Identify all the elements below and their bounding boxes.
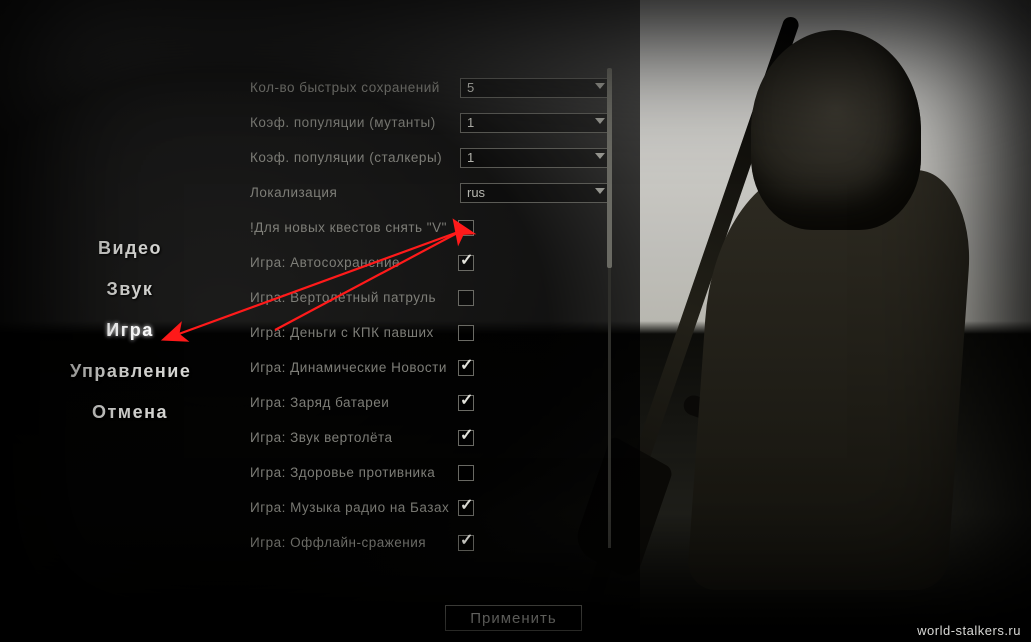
setting-row-dyn-news: Игра: Динамические Новости (250, 350, 610, 385)
dropdown-localization[interactable]: rus (460, 183, 610, 203)
dropdown-quicksaves[interactable]: 5 (460, 78, 610, 98)
checkbox-radio-music[interactable] (458, 500, 474, 516)
chevron-down-icon (595, 83, 605, 89)
setting-row-heli-sound: Игра: Звук вертолёта (250, 420, 610, 455)
dropdown-value: 5 (467, 80, 474, 95)
setting-label: Коэф. популяции (сталкеры) (250, 150, 460, 165)
tab-game[interactable]: Игра (70, 320, 190, 341)
setting-label: Игра: Заряд батареи (250, 395, 458, 410)
settings-scrollbar-track (608, 68, 611, 548)
setting-row-pop-mutants: Коэф. популяции (мутанты) 1 (250, 105, 610, 140)
tab-cancel[interactable]: Отмена (70, 402, 190, 423)
watermark: world-stalkers.ru (917, 623, 1021, 638)
tab-sound[interactable]: Звук (70, 279, 190, 300)
checkbox-dyn-news[interactable] (458, 360, 474, 376)
setting-row-new-quests: !Для новых квестов снять "V" (250, 210, 610, 245)
dropdown-value: rus (467, 185, 485, 200)
setting-label: Кол-во быстрых сохранений (250, 80, 460, 95)
dropdown-value: 1 (467, 115, 474, 130)
setting-row-pop-stalkers: Коэф. популяции (сталкеры) 1 (250, 140, 610, 175)
settings-list: Кол-во быстрых сохранений 5 Коэф. популя… (250, 70, 610, 560)
dropdown-pop-mutants[interactable]: 1 (460, 113, 610, 133)
checkbox-autosave[interactable] (458, 255, 474, 271)
setting-row-autosave: Игра: Автосохранение (250, 245, 610, 280)
setting-label: Игра: Звук вертолёта (250, 430, 458, 445)
checkbox-enemy-health[interactable] (458, 465, 474, 481)
setting-row-money-pda: Игра: Деньги с КПК павших (250, 315, 610, 350)
setting-label: Игра: Вертолётный патруль (250, 290, 458, 305)
setting-row-radio-music: Игра: Музыка радио на Базах (250, 490, 610, 525)
setting-label: Локализация (250, 185, 460, 200)
dropdown-pop-stalkers[interactable]: 1 (460, 148, 610, 168)
dropdown-value: 1 (467, 150, 474, 165)
chevron-down-icon (595, 153, 605, 159)
setting-label: Игра: Деньги с КПК павших (250, 325, 458, 340)
checkbox-heli-patrol[interactable] (458, 290, 474, 306)
setting-label: Игра: Автосохранение (250, 255, 458, 270)
setting-label: Игра: Музыка радио на Базах (250, 500, 458, 515)
setting-row-localization: Локализация rus (250, 175, 610, 210)
tab-video[interactable]: Видео (70, 238, 190, 259)
checkbox-offline-fights[interactable] (458, 535, 474, 551)
chevron-down-icon (595, 188, 605, 194)
setting-row-battery: Игра: Заряд батареи (250, 385, 610, 420)
tab-controls[interactable]: Управление (70, 361, 190, 382)
setting-label: Игра: Динамические Новости (250, 360, 458, 375)
setting-row-heli-patrol: Игра: Вертолётный патруль (250, 280, 610, 315)
setting-label: Игра: Оффлайн-сражения (250, 535, 458, 550)
setting-row-enemy-health: Игра: Здоровье противника (250, 455, 610, 490)
setting-label: Игра: Здоровье противника (250, 465, 458, 480)
setting-row-quicksaves: Кол-во быстрых сохранений 5 (250, 70, 610, 105)
setting-label: !Для новых квестов снять "V" (250, 220, 458, 235)
setting-label: Коэф. популяции (мутанты) (250, 115, 460, 130)
checkbox-new-quests[interactable] (458, 220, 474, 236)
apply-button[interactable]: Применить (445, 605, 582, 631)
settings-tabs: Видео Звук Игра Управление Отмена (70, 238, 190, 423)
checkbox-money-pda[interactable] (458, 325, 474, 341)
checkbox-battery[interactable] (458, 395, 474, 411)
setting-row-offline-fights: Игра: Оффлайн-сражения (250, 525, 610, 560)
checkbox-heli-sound[interactable] (458, 430, 474, 446)
settings-scrollbar-thumb[interactable] (607, 68, 612, 268)
chevron-down-icon (595, 118, 605, 124)
